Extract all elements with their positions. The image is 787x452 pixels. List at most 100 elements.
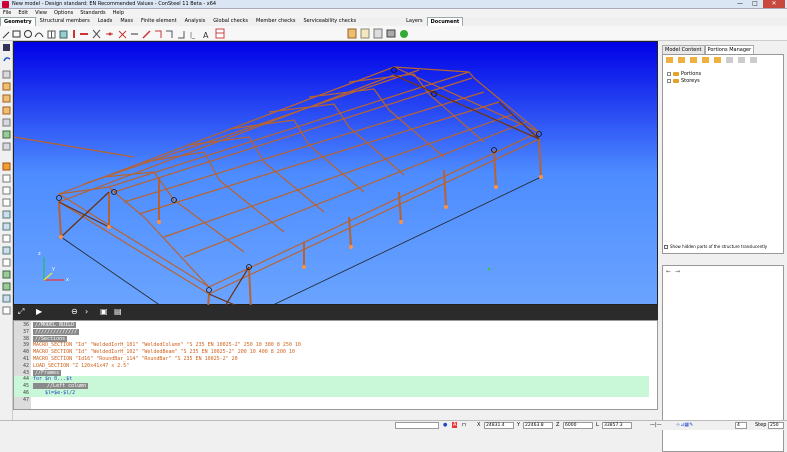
slider-icon[interactable]: —|— — [650, 422, 662, 428]
layer-icon-3[interactable] — [2, 94, 11, 103]
ortho-icon[interactable]: A — [452, 422, 458, 428]
tab-loads[interactable]: Loads — [94, 16, 117, 26]
panel-forward-icon[interactable]: → — [675, 268, 680, 275]
layer-icon-15[interactable] — [2, 246, 11, 255]
text-tool-icon[interactable]: A — [203, 31, 209, 40]
line-tool-icon[interactable] — [2, 31, 10, 39]
tab-mass[interactable]: Mass — [116, 16, 137, 26]
code-line[interactable]: 42 LOAD_SECTION "Z 120x41x47 x 2.5" — [14, 363, 649, 370]
portion-tool-icon-4[interactable] — [702, 57, 709, 63]
code-line[interactable]: 47 — [14, 397, 649, 404]
code-line[interactable]: 39 MACRO_SECTION "Id" "WeldedIorH_101" "W… — [14, 342, 649, 349]
tab-structural-members[interactable]: Structural members — [36, 16, 94, 26]
tab-serviceability-checks[interactable]: Serviceability checks — [299, 16, 360, 26]
grid-tool-icon[interactable] — [47, 30, 56, 39]
brace-tool-icon[interactable] — [92, 29, 101, 39]
tab-global-checks[interactable]: Global checks — [209, 16, 252, 26]
code-line[interactable]: 43 //Frames — [14, 369, 649, 377]
code-line[interactable]: 41 MACRO_SECTION "Id16" "RoundBar_114" "R… — [14, 356, 649, 363]
tab-document[interactable]: Document — [426, 17, 464, 26]
layer-icon-1[interactable] — [2, 70, 11, 79]
code-line[interactable]: 38 //Sections — [14, 335, 649, 343]
tree-expander[interactable] — [667, 79, 671, 83]
layer-icon-6[interactable] — [2, 130, 11, 139]
arc-tool-icon[interactable] — [34, 32, 44, 38]
layer-icon-19[interactable] — [2, 294, 11, 303]
tab-member-checks[interactable]: Member checks — [252, 16, 299, 26]
tab-layers[interactable]: Layers — [402, 16, 427, 26]
panel-back-icon[interactable]: ← — [666, 268, 671, 275]
plate-tool-icon[interactable] — [178, 31, 185, 39]
step-field[interactable]: 250 — [768, 422, 784, 429]
portion-tool-icon-3[interactable] — [690, 57, 697, 63]
portion-tool-icon-2[interactable] — [678, 57, 685, 63]
member-tool-icon[interactable] — [106, 32, 113, 36]
x-coordinate-field[interactable]: 24831.4 — [484, 422, 514, 429]
tree-item-portions[interactable]: Portions — [667, 71, 701, 77]
layer-icon-7[interactable] — [2, 142, 11, 151]
portion-tool-icon-7[interactable] — [738, 57, 745, 63]
minimize-button[interactable]: — — [733, 0, 747, 8]
tab-portions-manager[interactable]: Portions Manager — [704, 45, 755, 54]
forward-icon[interactable]: › — [85, 307, 88, 316]
layer-icon-4[interactable] — [2, 106, 11, 115]
tab-analysis[interactable]: Analysis — [181, 16, 210, 26]
node-tool-icon[interactable] — [142, 30, 151, 39]
snap-icon[interactable]: ● — [443, 422, 447, 428]
divisions-field[interactable]: 4 — [735, 422, 747, 429]
maximize-button[interactable]: □ — [748, 0, 762, 8]
layer-icon-20[interactable] — [2, 306, 11, 315]
print-icon[interactable] — [386, 29, 396, 38]
layer-icon-12[interactable] — [2, 210, 11, 219]
layer-icon-13[interactable] — [2, 222, 11, 231]
table-tool-icon[interactable] — [215, 28, 225, 39]
menu-edit[interactable]: Edit — [18, 10, 28, 16]
code-line[interactable]: 37 ////////////// — [14, 328, 649, 336]
tab-model-content[interactable]: Model Content — [662, 45, 705, 54]
menu-file[interactable]: File — [3, 10, 11, 16]
code-line[interactable]: 46 $l=$e-$l/2 — [14, 390, 649, 397]
copy-script-icon[interactable]: ▤ — [114, 307, 122, 316]
save-script-icon[interactable]: ▣ — [100, 307, 108, 316]
portion-tool-icon-1[interactable] — [666, 57, 673, 63]
pdf-icon[interactable] — [373, 28, 383, 39]
code-line[interactable]: 44 for $n 0...$t — [14, 376, 649, 383]
layer-icon-9[interactable] — [2, 174, 11, 183]
tab-finite-element[interactable]: Finite element — [137, 16, 181, 26]
export-icon[interactable] — [400, 30, 408, 38]
layer-icon-10[interactable] — [2, 186, 11, 195]
rectangle-tool-icon[interactable] — [12, 30, 21, 38]
undo-icon[interactable] — [3, 57, 11, 62]
circle-tool-icon[interactable] — [24, 30, 32, 38]
layer-icon-11[interactable] — [2, 198, 11, 207]
command-input[interactable] — [395, 422, 439, 429]
portion-tool-icon-5[interactable] — [714, 57, 721, 63]
translucent-checkbox[interactable] — [664, 244, 668, 249]
code-line[interactable]: 36 //MODEL BUILD — [14, 322, 649, 329]
tab-geometry[interactable]: Geometry — [0, 17, 36, 26]
report-icon[interactable] — [360, 28, 370, 39]
layer-icon-14[interactable] — [2, 234, 11, 243]
portion-tool-icon-6[interactable] — [726, 57, 733, 63]
layer-icon-5[interactable] — [2, 118, 11, 127]
layer-icon-17[interactable] — [2, 270, 11, 279]
expand-icon[interactable]: ⤢ — [18, 307, 24, 317]
document-icon[interactable] — [347, 28, 357, 39]
code-line[interactable]: 45 //Left column — [14, 383, 649, 390]
back-icon[interactable]: ⊖ — [71, 307, 78, 316]
snap-options-icon[interactable]: ⊹⊿▦✎ — [676, 422, 693, 428]
code-line[interactable]: 40 MACRO_SECTION "Id" "WeldedIorH_102" "W… — [14, 349, 649, 356]
haunch-tool-icon[interactable] — [155, 30, 162, 38]
bend-tool-icon[interactable] — [166, 30, 173, 38]
support-tool-icon[interactable] — [118, 30, 127, 39]
layer-icon-18[interactable] — [2, 282, 11, 291]
layer-icon-2[interactable] — [2, 82, 11, 91]
lock-icon[interactable]: ⊓ — [462, 422, 466, 428]
portion-tool-icon-8[interactable] — [750, 57, 757, 63]
tree-item-storeys[interactable]: Storeys — [667, 78, 700, 84]
z-coordinate-field[interactable]: 6000 — [563, 422, 593, 429]
run-script-icon[interactable]: ▶ — [36, 307, 42, 316]
length-field[interactable]: 33857.3 — [602, 422, 632, 429]
y-coordinate-field[interactable]: 22463.8 — [523, 422, 553, 429]
dimension-tool-icon[interactable]: |_ — [190, 32, 196, 39]
